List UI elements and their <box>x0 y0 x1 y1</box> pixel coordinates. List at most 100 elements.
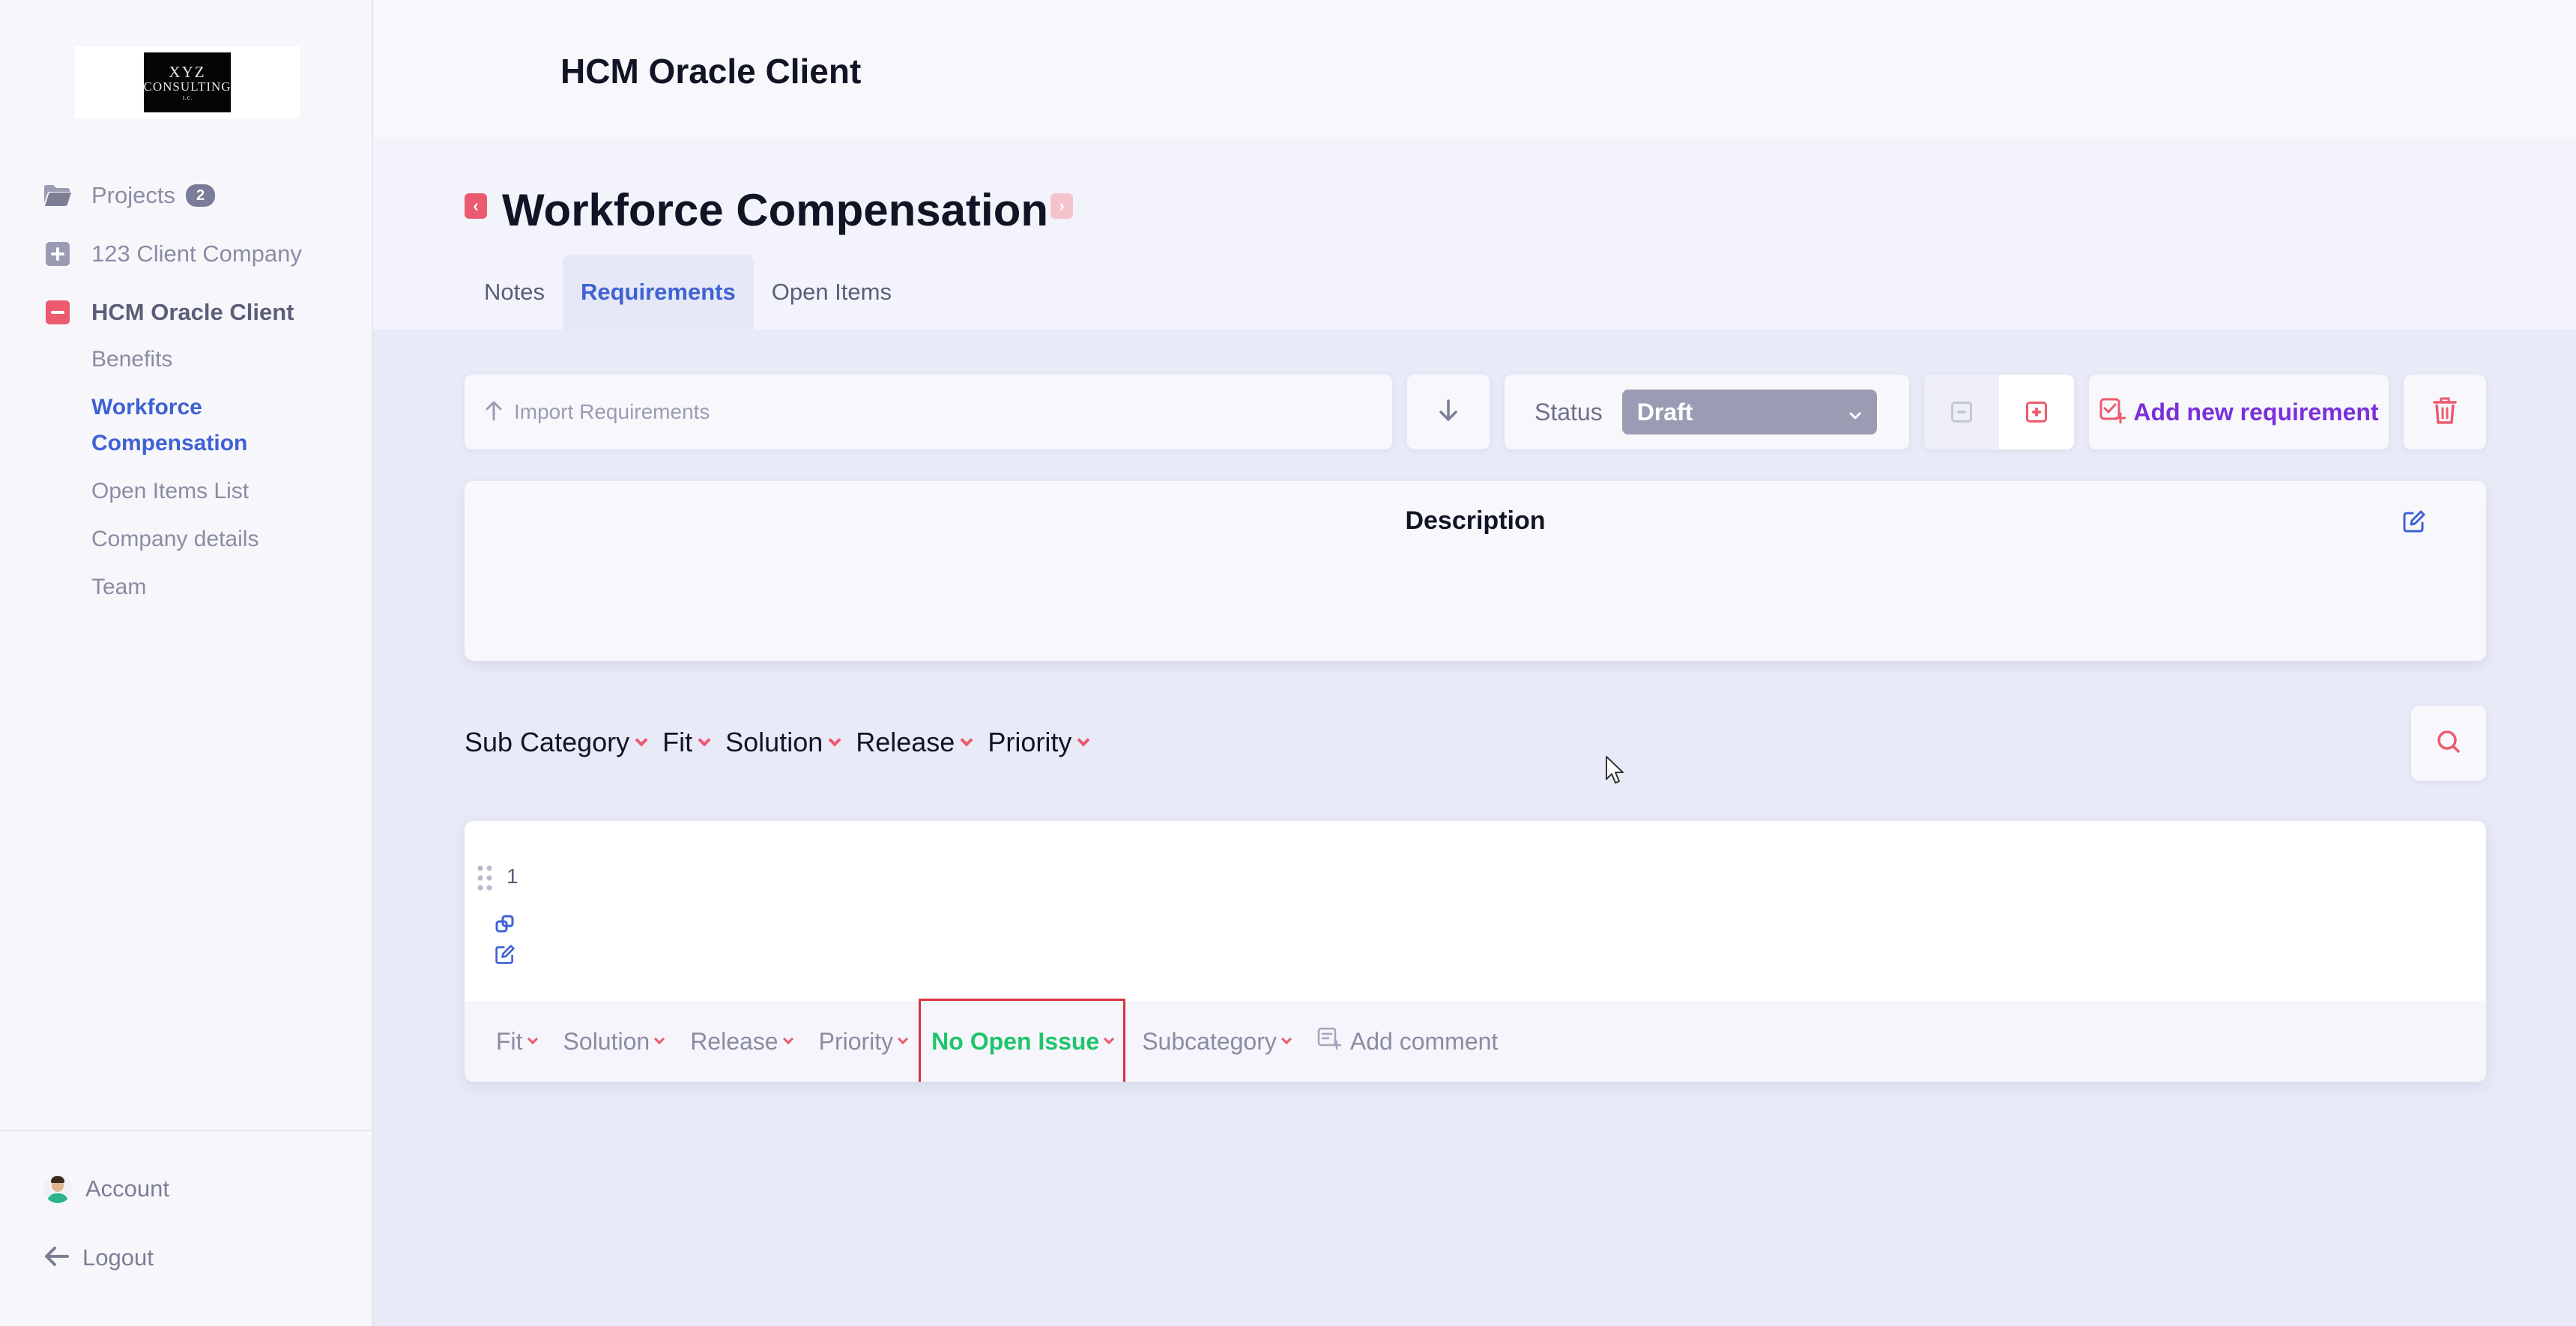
edit-icon[interactable] <box>495 944 515 969</box>
requirement-footer: Fit Solution Release Priority No Open Is… <box>465 999 2486 1082</box>
chevron-down-icon <box>782 1033 793 1045</box>
minus-square-icon <box>1951 402 1972 423</box>
chevron-down-icon <box>635 733 648 747</box>
requirement-priority-dropdown[interactable]: Priority <box>818 1027 909 1056</box>
account-label: Account <box>85 1175 170 1202</box>
filter-priority[interactable]: Priority <box>988 727 1090 758</box>
tab-notes[interactable]: Notes <box>466 255 563 330</box>
open-issue-label: No Open Issue <box>931 1027 1100 1055</box>
collapse-expand-toggle <box>1924 375 2074 449</box>
import-requirements-label: Import Requirements <box>514 400 710 423</box>
chevron-down-icon <box>654 1033 665 1045</box>
chevron-down-icon <box>898 1033 909 1045</box>
search-button[interactable] <box>2411 706 2486 781</box>
projects-count-badge: 2 <box>185 184 216 207</box>
fit-label: Fit <box>496 1027 523 1055</box>
arrow-down-icon <box>1437 399 1460 426</box>
chevron-down-icon <box>698 733 711 747</box>
logo-line-3: L.C. <box>182 94 193 101</box>
subnav-team[interactable]: Team <box>91 569 357 605</box>
next-page-button[interactable]: › <box>1050 193 1073 219</box>
sidebar-item-label: HCM Oracle Client <box>91 299 294 325</box>
logout-label: Logout <box>82 1244 154 1271</box>
chevron-right-icon: › <box>1059 196 1065 215</box>
release-label: Release <box>690 1027 778 1055</box>
filter-bar: Sub Category Fit Solution Release Priori… <box>465 724 1104 761</box>
status-select[interactable]: Draft <box>1621 390 1877 435</box>
filter-label: Priority <box>988 727 1072 757</box>
subcategory-label: Subcategory <box>1142 1027 1277 1055</box>
page-title: Workforce Compensation <box>502 185 1048 235</box>
search-icon <box>2435 728 2462 759</box>
subnav-company-details[interactable]: Company details <box>91 521 357 557</box>
tab-requirements[interactable]: Requirements <box>562 255 754 330</box>
filter-release[interactable]: Release <box>856 727 973 758</box>
subnav-benefits[interactable]: Benefits <box>91 342 357 378</box>
sidebar-item-label: 123 Client Company <box>91 240 302 267</box>
filter-label: Fit <box>662 727 693 757</box>
filter-solution[interactable]: Solution <box>725 727 841 758</box>
sidebar-item-hcm-oracle-client[interactable]: HCM Oracle Client <box>42 283 357 342</box>
priority-label: Priority <box>818 1027 894 1055</box>
chevron-down-icon <box>527 1033 538 1045</box>
trash-icon <box>2431 396 2458 429</box>
requirement-solution-dropdown[interactable]: Solution <box>563 1027 665 1056</box>
delete-button[interactable] <box>2404 375 2486 449</box>
plus-square-icon <box>2026 402 2047 423</box>
edit-icon[interactable] <box>2402 509 2426 537</box>
chevron-down-icon <box>1077 733 1090 747</box>
requirement-fit-dropdown[interactable]: Fit <box>496 1027 538 1056</box>
open-issue-dropdown[interactable]: No Open Issue <box>919 999 1126 1082</box>
solution-label: Solution <box>563 1027 650 1055</box>
subnav-workforce-compensation[interactable]: Workforce Compensation <box>91 390 264 461</box>
add-comment-icon <box>1317 1027 1342 1056</box>
chevron-down-icon <box>960 733 973 747</box>
sidebar-footer: Account Logout <box>0 1130 372 1308</box>
minus-square-icon <box>42 297 73 328</box>
chevron-down-icon <box>1104 1033 1115 1045</box>
sidebar-item-projects[interactable]: Projects 2 <box>42 166 357 225</box>
add-new-requirement-button[interactable]: Add new requirement <box>2089 375 2389 449</box>
expand-all-button[interactable] <box>1999 375 2074 449</box>
arrow-up-icon <box>484 400 504 425</box>
requirement-subcategory-dropdown[interactable]: Subcategory <box>1142 1027 1292 1056</box>
sidebar-item-123-client-company[interactable]: 123 Client Company <box>42 225 357 283</box>
logout-link[interactable]: Logout <box>43 1239 372 1277</box>
sidebar-item-label: Projects <box>91 182 175 208</box>
description-card: Description <box>465 481 2486 661</box>
status-value: Draft <box>1636 398 1693 426</box>
chevron-down-icon <box>1281 1033 1292 1045</box>
project-subnav: Benefits Workforce Compensation Open Ite… <box>91 342 357 605</box>
page-header: ‹ Workforce Compensation › Notes Require… <box>373 138 2576 330</box>
requirement-card: 1 Fit Solution Release Priority No Open … <box>465 821 2486 1082</box>
mouse-cursor-icon <box>1605 755 1626 789</box>
subnav-open-items-list[interactable]: Open Items List <box>91 473 357 509</box>
filter-label: Release <box>856 727 955 757</box>
tab-open-items[interactable]: Open Items <box>754 255 910 330</box>
filter-label: Sub Category <box>465 727 630 757</box>
avatar <box>43 1175 72 1203</box>
sidebar: XYZ CONSULTING L.C. Projects 2 123 Clien… <box>0 0 373 1326</box>
account-link[interactable]: Account <box>43 1170 372 1208</box>
copy-icon[interactable] <box>495 914 515 939</box>
drag-handle-icon[interactable] <box>477 865 493 895</box>
requirement-number: 1 <box>507 865 518 888</box>
chevron-left-icon: ‹ <box>473 196 479 215</box>
chevron-down-icon <box>1848 399 1862 426</box>
import-requirements-button[interactable]: Import Requirements <box>465 375 1392 449</box>
add-comment-button[interactable]: Add comment <box>1317 1027 1498 1056</box>
add-comment-label: Add comment <box>1349 1027 1499 1055</box>
status-filter: Status Draft <box>1505 375 1909 449</box>
add-new-requirement-label: Add new requirement <box>2133 398 2379 426</box>
filter-fit[interactable]: Fit <box>662 727 711 758</box>
export-download-button[interactable] <box>1407 375 1490 449</box>
filter-sub-category[interactable]: Sub Category <box>465 727 648 758</box>
requirement-release-dropdown[interactable]: Release <box>690 1027 793 1056</box>
app-header: HCM Oracle Client <box>373 0 2576 138</box>
status-label: Status <box>1535 398 1603 426</box>
app-title: HCM Oracle Client <box>560 52 862 91</box>
previous-page-button[interactable]: ‹ <box>465 193 487 219</box>
filter-label: Solution <box>725 727 823 757</box>
company-logo[interactable]: XYZ CONSULTING L.C. <box>75 46 300 118</box>
collapse-all-button[interactable] <box>1924 375 1999 449</box>
